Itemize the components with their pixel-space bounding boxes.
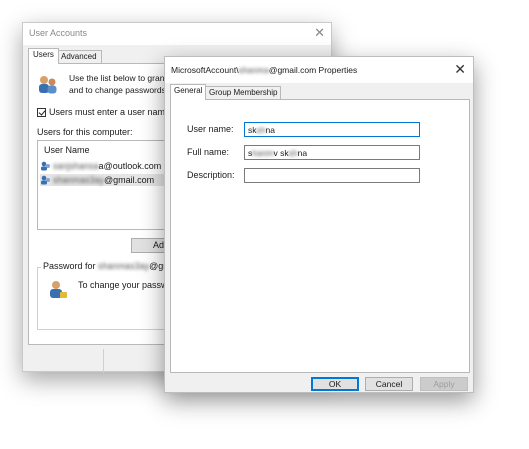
password-group-hidden: shanmas3ay — [98, 261, 150, 271]
user-name-suffix: a@outlook.com — [98, 161, 162, 171]
tab-group-membership[interactable]: Group Membership — [205, 86, 282, 99]
description-label: Description: — [187, 170, 235, 180]
close-icon[interactable]: ✕ — [454, 61, 466, 78]
user-name-suffix: @gmail.com — [104, 175, 155, 185]
password-user-icon — [50, 281, 67, 298]
users-for-computer-label: Users for this computer: — [37, 127, 133, 137]
close-icon[interactable]: ✕ — [314, 25, 325, 41]
tab-general[interactable]: General — [170, 84, 207, 100]
user-name-hidden: shanmas3ay — [53, 175, 105, 185]
ok-button[interactable]: OK — [311, 377, 359, 391]
list-header-user-name[interactable]: User Name — [44, 145, 90, 155]
user-icon — [41, 161, 50, 171]
tab-users[interactable]: Users — [28, 48, 59, 64]
tab-advanced[interactable]: Advanced — [56, 50, 102, 63]
description-field[interactable] — [244, 168, 420, 183]
fullname-value-c: na — [297, 148, 308, 158]
fullname-field[interactable]: shanmv skshna — [244, 145, 420, 160]
apply-button[interactable]: Apply — [420, 377, 468, 391]
user-accounts-titlebar: User Accounts ✕ — [23, 23, 331, 45]
username-label: User name: — [187, 124, 234, 134]
properties-titlebar: MicrosoftAccount\shanma@gmail.com Proper… — [165, 57, 473, 83]
password-change-text: To change your passwor — [78, 280, 176, 290]
must-enter-checkbox[interactable] — [37, 107, 46, 117]
list-item[interactable]: sanjshansa a@outlook.com — [40, 160, 176, 172]
user-name-hidden: sanjshansa — [53, 161, 99, 171]
fullname-value-hidden-1: hanm — [252, 148, 274, 158]
username-field[interactable]: skshna — [244, 122, 420, 137]
user-list[interactable]: User Name sanjshansa a@outlook.com shanma… — [37, 140, 177, 230]
fullname-value-hidden-2: sh — [288, 148, 298, 158]
properties-dialog: MicrosoftAccount\shanma@gmail.com Proper… — [164, 56, 474, 393]
fullname-value-b: v sk — [273, 148, 289, 158]
divider — [103, 349, 104, 373]
username-value-a: sk — [248, 125, 257, 135]
fullname-label: Full name: — [187, 147, 230, 157]
properties-title-prefix: MicrosoftAccount\ — [171, 65, 239, 75]
properties-title-suffix: @gmail.com Properties — [268, 65, 358, 75]
user-accounts-title: User Accounts — [29, 28, 88, 38]
properties-title: MicrosoftAccount\shanma@gmail.com Proper… — [171, 65, 357, 75]
properties-title-hidden: shanma — [238, 65, 269, 75]
user-icon — [41, 175, 50, 185]
users-icon — [39, 76, 57, 94]
general-tab-panel: User name: skshna Full name: shanmv sksh… — [170, 99, 470, 373]
cancel-button[interactable]: Cancel — [365, 377, 413, 391]
username-value-b: na — [265, 125, 275, 135]
password-group-prefix: Password for — [43, 261, 96, 271]
list-item[interactable]: shanmas3ay @gmail.com — [40, 174, 176, 186]
